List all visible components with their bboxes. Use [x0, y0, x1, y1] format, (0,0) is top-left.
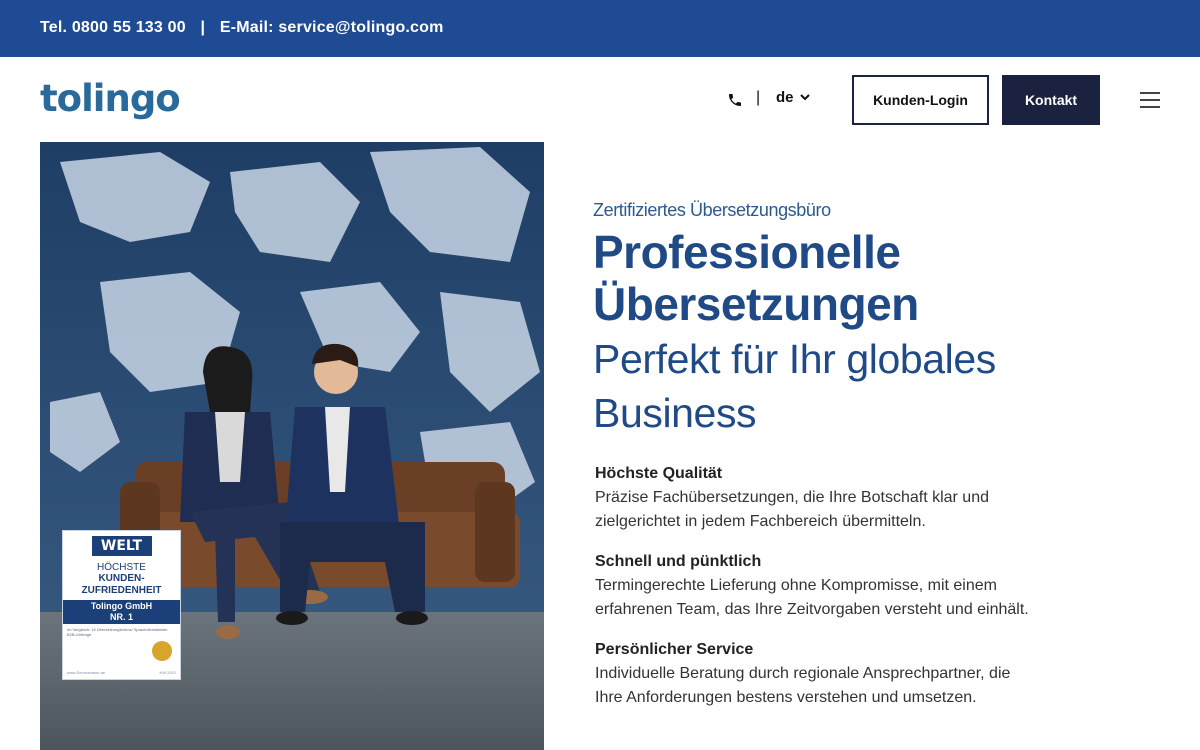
badge-line-2: KUNDEN-: [98, 573, 145, 584]
phone-icon[interactable]: [727, 92, 743, 108]
badge-line-3: ZUFRIEDENHEIT: [81, 585, 162, 596]
top-contact-bar: Tel. 0800 55 133 00 | E-Mail: service@to…: [0, 0, 1200, 57]
tolingo-logo[interactable]: tolingo: [40, 77, 181, 120]
contact-button[interactable]: Kontakt: [1002, 75, 1100, 125]
main-header: tolingo | de Kunden-Login Kontakt: [0, 57, 1200, 142]
hero-content: Zertifiziertes Übersetzungsbüro Professi…: [593, 200, 1113, 726]
feature-list: Höchste Qualität Präzise Fachübersetzung…: [593, 462, 1113, 710]
badge-rank: NR. 1: [109, 612, 133, 622]
contact-info: Tel. 0800 55 133 00 | E-Mail: service@to…: [40, 19, 444, 37]
feature-item: Höchste Qualität Präzise Fachübersetzung…: [595, 462, 1113, 534]
feature-text: Termingerechte Lieferung ohne Kompromiss…: [595, 574, 1113, 622]
hero-title-line-1: Professionelle: [593, 226, 901, 278]
phone-link[interactable]: Tel. 0800 55 133 00: [40, 19, 186, 36]
feature-text-line: erfahrenen Team, das Ihre Zeitvorgaben v…: [595, 601, 1029, 618]
language-selector[interactable]: de: [776, 89, 810, 106]
welt-logo: WELT: [91, 536, 152, 556]
feature-text-line: Präzise Fachübersetzungen, die Ihre Bots…: [595, 489, 989, 506]
badge-line-1: HÖCHSTE: [97, 562, 146, 573]
feature-item: Persönlicher Service Individuelle Beratu…: [595, 638, 1113, 710]
feature-text-line: Individuelle Beratung durch regionale An…: [595, 665, 1011, 682]
badge-fineprint: Im Vergleich: 16 Übersetzungsbüros/ Spra…: [67, 627, 168, 637]
contact-separator: |: [200, 19, 206, 36]
badge-company: Tolingo GmbH: [90, 601, 153, 611]
chevron-down-icon: [799, 94, 810, 101]
hero-title-line-2: Übersetzungen: [593, 278, 919, 330]
badge-company-strip: Tolingo GmbH NR. 1: [63, 600, 180, 624]
badge-footer-right: KW 2022: [159, 670, 176, 675]
feature-item: Schnell und pünktlich Termingerechte Lie…: [595, 550, 1113, 622]
feature-text: Präzise Fachübersetzungen, die Ihre Bots…: [595, 486, 1113, 534]
hero-eyebrow: Zertifiziertes Übersetzungsbüro: [593, 200, 831, 220]
hero-subtitle: Perfekt für Ihr globales Business: [593, 332, 1113, 440]
customer-login-button[interactable]: Kunden-Login: [852, 75, 989, 125]
badge-footer: www.Servicevalue.de KW 2022: [67, 670, 176, 675]
award-seal-icon: [152, 641, 172, 661]
badge-footer-left: www.Servicevalue.de: [67, 670, 106, 675]
language-label: de: [776, 89, 794, 106]
feature-heading: Schnell und pünktlich: [595, 553, 762, 570]
award-badge: WELT HÖCHSTE KUNDEN- ZUFRIEDENHEIT Tolin…: [62, 530, 181, 680]
feature-text-line: Termingerechte Lieferung ohne Kompromiss…: [595, 577, 997, 594]
hamburger-menu-icon[interactable]: [1140, 92, 1160, 108]
hero-subtitle-line-2: Business: [593, 390, 757, 436]
hero-subtitle-line-1: Perfekt für Ihr globales: [593, 336, 996, 382]
language-separator: |: [756, 89, 761, 106]
feature-text-line: zielgerichtet in jedem Fachbereich überm…: [595, 513, 926, 530]
feature-text: Individuelle Beratung durch regionale An…: [595, 662, 1113, 710]
hero-title: Professionelle Übersetzungen: [593, 226, 1113, 330]
feature-heading: Höchste Qualität: [595, 465, 723, 482]
feature-heading: Persönlicher Service: [595, 641, 754, 658]
email-link[interactable]: E-Mail: service@tolingo.com: [220, 19, 444, 36]
feature-text-line: Ihre Anforderungen bestens verstehen und…: [595, 689, 977, 706]
